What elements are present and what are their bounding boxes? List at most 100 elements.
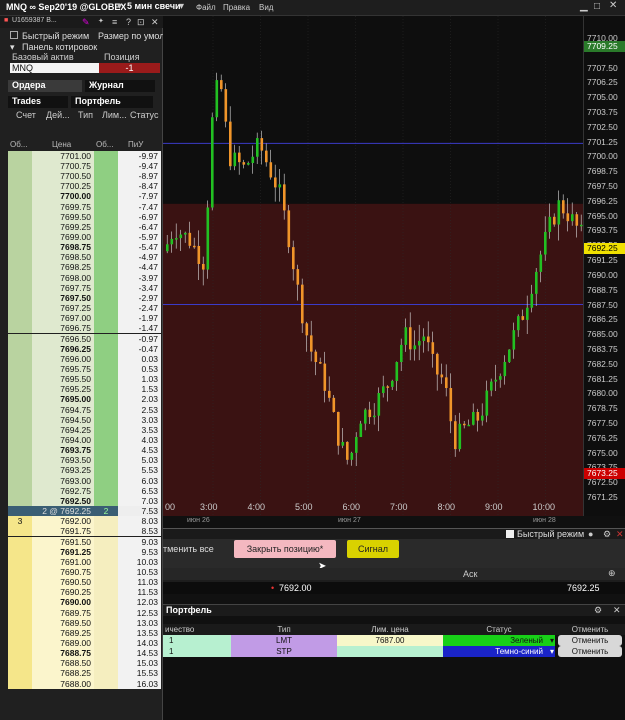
- close-bar-icon[interactable]: ✕: [616, 529, 624, 540]
- ladder-bid-cell[interactable]: [8, 668, 32, 679]
- ladder-price[interactable]: 7697.25: [32, 303, 94, 314]
- candle-body[interactable]: [328, 390, 331, 398]
- candle-body[interactable]: [539, 254, 543, 272]
- ladder-row[interactable]: 7696.50 -0.97: [8, 333, 161, 344]
- ladder-ask-cell[interactable]: [94, 211, 118, 222]
- ladder-bid-cell[interactable]: [8, 262, 32, 273]
- ladder-price[interactable]: 7699.50: [32, 211, 94, 222]
- cancel-order-button[interactable]: Отменить: [558, 635, 622, 646]
- ladder-row[interactable]: 7691.25 9.53: [8, 546, 161, 557]
- candle-body[interactable]: [224, 89, 228, 122]
- ladder-row[interactable]: 7689.75 12.53: [8, 607, 161, 618]
- candle-body[interactable]: [314, 351, 318, 363]
- account-label[interactable]: U1659387 B...: [12, 17, 57, 24]
- ladder-price[interactable]: 7695.00: [32, 394, 94, 405]
- candle-body[interactable]: [395, 361, 399, 381]
- candle-body[interactable]: [368, 409, 372, 418]
- ladder-bid-cell[interactable]: [8, 597, 32, 608]
- ladder-price[interactable]: 7689.75: [32, 607, 94, 618]
- ladder-bid-cell[interactable]: [8, 455, 32, 466]
- order-status[interactable]: Зеленый: [443, 635, 555, 646]
- ladder-price[interactable]: 7700.50: [32, 171, 94, 182]
- candle-body[interactable]: [436, 353, 439, 375]
- candle-body[interactable]: [490, 381, 493, 391]
- pin-icon[interactable]: ✎: [82, 17, 90, 28]
- tab-portfolio[interactable]: Портфель: [71, 96, 153, 108]
- candle-body[interactable]: [431, 342, 435, 354]
- minimize-icon[interactable]: ▁: [580, 1, 588, 12]
- col-status[interactable]: Статус: [130, 110, 158, 120]
- ladder-price[interactable]: 7689.25: [32, 627, 94, 638]
- ladder-row[interactable]: 7700.75 -9.47: [8, 160, 161, 172]
- ladder-row[interactable]: 7688.50 15.03: [8, 658, 161, 669]
- candle-body[interactable]: [445, 377, 448, 389]
- ladder-ask-cell[interactable]: [94, 678, 118, 689]
- ladder-row[interactable]: 7698.50 -4.97: [8, 252, 161, 263]
- candle-body[interactable]: [377, 393, 381, 416]
- ladder-bid-cell[interactable]: [8, 252, 32, 263]
- ladder-ask-cell[interactable]: [94, 658, 118, 669]
- ladder-price[interactable]: 7698.00: [32, 272, 94, 283]
- settings-icon[interactable]: ⚙: [603, 529, 611, 540]
- ladder-row[interactable]: 7692.50 7.03: [8, 495, 161, 507]
- ladder-row[interactable]: 7695.50 1.03: [8, 374, 161, 385]
- candle-body[interactable]: [463, 423, 466, 426]
- ladder-ask-cell[interactable]: [94, 556, 118, 567]
- ladder-row[interactable]: 7689.00 14.03: [8, 638, 161, 649]
- ladder-price[interactable]: 7696.75: [32, 323, 94, 334]
- candle-body[interactable]: [220, 80, 223, 90]
- candle-body[interactable]: [472, 411, 475, 425]
- ladder-ask-cell[interactable]: [94, 262, 118, 273]
- ladder-ask-cell[interactable]: [94, 374, 118, 385]
- ladder-price[interactable]: 7695.75: [32, 363, 94, 375]
- menu-file[interactable]: Файл: [196, 3, 216, 12]
- ladder-ask-cell[interactable]: [94, 414, 118, 425]
- ladder-row[interactable]: 7693.25 5.53: [8, 465, 161, 476]
- ladder-price[interactable]: 7688.50: [32, 658, 94, 669]
- ladder-price[interactable]: 7701.00: [32, 150, 94, 161]
- ladder-price[interactable]: 7697.00: [32, 313, 94, 324]
- col-status[interactable]: Статус: [443, 624, 555, 635]
- candle-body[interactable]: [553, 216, 556, 225]
- ladder-row[interactable]: 7698.25 -4.47: [8, 262, 161, 273]
- ladder-price[interactable]: 7699.75: [32, 201, 94, 212]
- ladder-bid-cell[interactable]: [8, 242, 32, 253]
- candle-body[interactable]: [364, 409, 367, 424]
- ladder-ask-cell[interactable]: [94, 160, 118, 172]
- ladder-price[interactable]: 7695.50: [32, 374, 94, 385]
- ladder-ask-cell[interactable]: [94, 577, 118, 588]
- ladder-ask-cell[interactable]: [94, 495, 118, 507]
- ladder-row[interactable]: 7690.75 10.53: [8, 566, 161, 578]
- ladder-row[interactable]: 7700.25 -8.47: [8, 181, 161, 192]
- tab-journal[interactable]: Журнал: [85, 80, 155, 92]
- signal-button[interactable]: Сигнал: [347, 540, 399, 558]
- ladder-bid-cell[interactable]: [8, 181, 32, 192]
- ladder-bid-cell[interactable]: [8, 282, 32, 293]
- order-status[interactable]: Темно-синий: [443, 646, 555, 657]
- ladder-ask-cell[interactable]: [94, 323, 118, 334]
- ladder-ask-cell[interactable]: [94, 435, 118, 446]
- ladder-price[interactable]: 7694.25: [32, 424, 94, 435]
- ladder-price[interactable]: 7691.75: [32, 526, 94, 537]
- ladder-row[interactable]: 7695.25 1.53: [8, 384, 161, 395]
- ladder-ask-cell[interactable]: [94, 272, 118, 283]
- candle-body[interactable]: [382, 386, 385, 394]
- candle-body[interactable]: [517, 316, 520, 331]
- ladder-row[interactable]: 7698.75 -5.47: [8, 242, 161, 253]
- candle-body[interactable]: [373, 415, 376, 418]
- status-dropdown-icon[interactable]: ▾: [548, 646, 556, 657]
- candle-body[interactable]: [427, 336, 430, 343]
- ladder-price[interactable]: 7690.75: [32, 566, 94, 578]
- candle-body[interactable]: [301, 284, 304, 324]
- candle-body[interactable]: [575, 214, 579, 226]
- ladder-price[interactable]: 7688.25: [32, 668, 94, 679]
- ladder-row[interactable]: 7696.00 0.03: [8, 353, 161, 364]
- candle-body[interactable]: [481, 415, 484, 421]
- dropdown-icon[interactable]: ▾: [117, 1, 122, 12]
- candle-body[interactable]: [494, 379, 498, 382]
- ladder-ask-cell[interactable]: [94, 455, 118, 466]
- ladder-row[interactable]: 2 @ 7692.25 2 7.53: [8, 506, 161, 517]
- ladder-row[interactable]: 7692.75 6.53: [8, 485, 161, 496]
- order-limit-price[interactable]: [337, 646, 443, 657]
- ladder-bid-cell[interactable]: [8, 495, 32, 507]
